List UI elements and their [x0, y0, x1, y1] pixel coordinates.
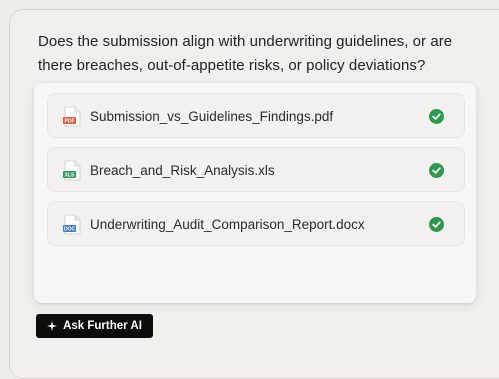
file-name[interactable]: Breach_and_Risk_Analysis.xls	[90, 148, 275, 193]
check-icon	[429, 217, 444, 232]
ask-further-ai-button[interactable]: Ask Further AI	[36, 314, 153, 338]
excel-file-icon: XLS	[63, 160, 81, 181]
pdf-file-icon: PDF	[63, 106, 81, 127]
word-file-icon: DOC	[63, 214, 81, 235]
check-icon	[429, 163, 444, 178]
file-row-docx[interactable]: DOC Underwriting_Audit_Comparison_Report…	[47, 201, 465, 246]
file-row-xls[interactable]: XLS Breach_and_Risk_Analysis.xls	[47, 147, 465, 192]
doc-type-label: DOC	[64, 227, 76, 233]
xls-type-label: XLS	[65, 173, 75, 179]
file-name[interactable]: Underwriting_Audit_Comparison_Report.doc…	[90, 202, 365, 247]
results-panel: PDF Submission_vs_Guidelines_Findings.pd…	[34, 83, 476, 303]
file-name[interactable]: Submission_vs_Guidelines_Findings.pdf	[90, 94, 333, 139]
file-row-pdf[interactable]: PDF Submission_vs_Guidelines_Findings.pd…	[47, 93, 465, 138]
user-question: Does the submission align with underwrit…	[38, 33, 453, 74]
sparkle-icon	[47, 321, 58, 331]
ask-button-label: Ask Further AI	[63, 320, 142, 332]
pdf-type-label: PDF	[65, 119, 75, 125]
check-icon	[429, 109, 444, 124]
